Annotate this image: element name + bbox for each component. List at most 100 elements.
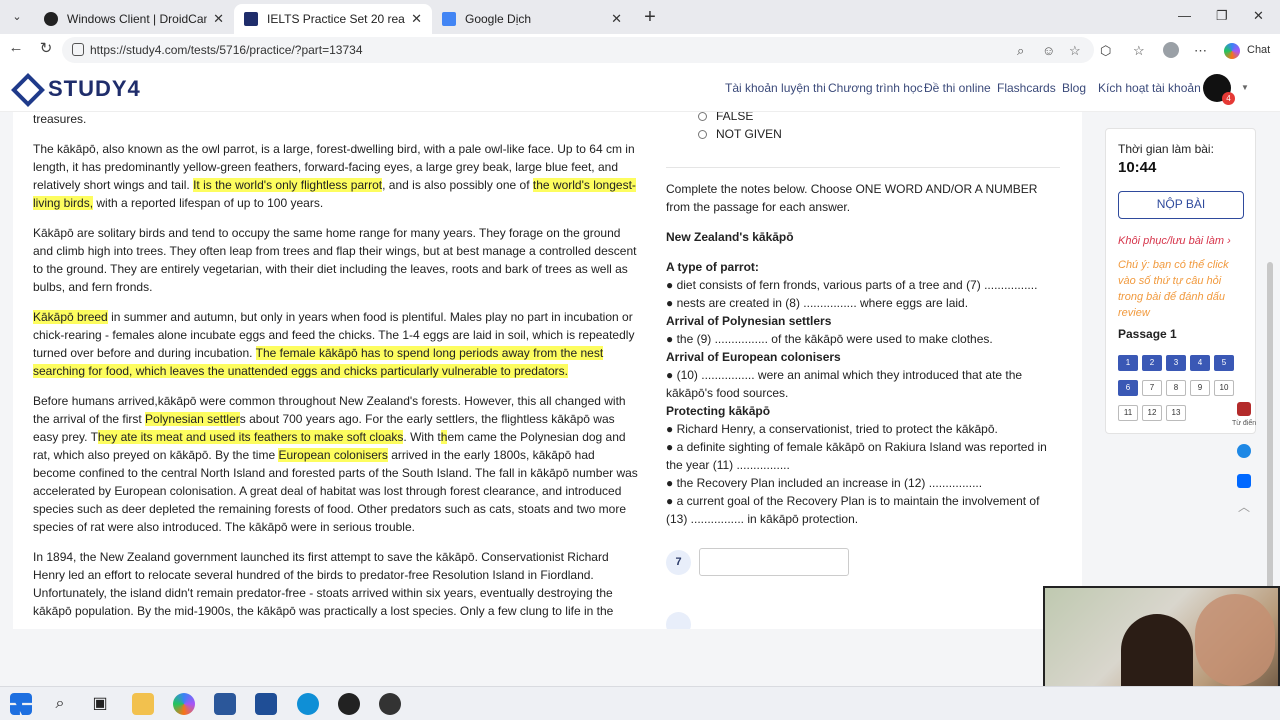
passage-paragraph: Kākāpō breed in summer and autumn, but o… [33, 308, 639, 380]
tab-droidcam[interactable]: Windows Client | DroidCam ✕ [34, 4, 234, 34]
url-text[interactable]: https://study4.com/tests/5716/practice/?… [90, 43, 363, 57]
url-bar[interactable]: https://study4.com/tests/5716/practice/?… [62, 37, 1094, 63]
nav-flashcards[interactable]: Flashcards [997, 81, 1056, 95]
note-item: ● a definite sighting of female kākāpō o… [666, 440, 1047, 472]
question-nav-button[interactable]: 10 [1214, 380, 1234, 396]
question-nav-button[interactable]: 2 [1142, 355, 1162, 371]
tab-actions-menu-icon[interactable]: ⌄ [6, 7, 28, 27]
chat-button-label[interactable]: Chat [1247, 44, 1270, 56]
nav-online-tests[interactable]: Đề thi online [924, 81, 991, 95]
divider [666, 167, 1060, 168]
nav-blog[interactable]: Blog [1062, 81, 1086, 95]
paragraph-text: with a reported lifespan of up to 100 ye… [93, 196, 324, 210]
messenger-icon[interactable] [1237, 444, 1251, 458]
highlighted-text[interactable]: hey ate its meat and used its feathers t… [97, 430, 404, 444]
question-nav-button[interactable]: 13 [1166, 405, 1186, 421]
site-info-icon[interactable] [72, 43, 84, 56]
passage-paragraph: Kākāpō are solitary birds and tend to oc… [33, 224, 639, 296]
back-icon[interactable]: ← [6, 39, 26, 56]
nav-activate-account[interactable]: Kích hoạt tài khoản [1098, 81, 1201, 95]
new-tab-icon[interactable]: + [640, 7, 660, 27]
note-item: ● a current goal of the Recovery Plan is… [666, 494, 1040, 526]
passage-paragraph: Before humans arrived,kākāpō were common… [33, 392, 639, 536]
note-item: ● the Recovery Plan included an increase… [666, 476, 983, 490]
reading-passage-pane: treasures. The kākāpō, also known as the… [13, 112, 657, 629]
question-nav-button[interactable]: 5 [1214, 355, 1234, 371]
restore-save-link[interactable]: Khôi phục/lưu bài làm › [1118, 235, 1231, 247]
question-number[interactable]: 7 [666, 549, 691, 575]
question-nav-button[interactable]: 12 [1142, 405, 1162, 421]
close-tab-icon[interactable]: ✕ [213, 11, 224, 27]
windows-start-icon[interactable] [10, 693, 32, 715]
favorite-star-icon[interactable]: ☆ [1069, 43, 1081, 59]
scroll-to-top-icon[interactable]: ︿ [1237, 500, 1251, 514]
copilot-icon[interactable] [173, 693, 195, 715]
timer-label: Thời gian làm bài: [1118, 142, 1214, 156]
highlighted-text[interactable]: Polynesian settler [145, 412, 240, 426]
profile-avatar[interactable] [1163, 42, 1179, 58]
study4-logo[interactable]: STUDY4 [14, 76, 141, 102]
highlighted-text[interactable]: European colonisers [278, 448, 388, 462]
obs-icon[interactable] [338, 693, 360, 715]
droidcam-favicon-icon [44, 12, 58, 26]
store-icon[interactable] [255, 693, 277, 715]
favorites-icon[interactable]: ☆ [1133, 43, 1145, 59]
minimize-icon[interactable]: — [1178, 8, 1191, 23]
answer-row-7: 7 [666, 548, 849, 576]
file-explorer-icon[interactable] [132, 693, 154, 715]
passage-paragraph: The kākāpō, also known as the owl parrot… [33, 140, 639, 212]
question-nav-button[interactable]: 8 [1166, 380, 1186, 396]
submit-button[interactable]: NỘP BÀI [1118, 191, 1244, 219]
question-nav-button[interactable]: 1 [1118, 355, 1138, 371]
word-icon[interactable] [214, 693, 236, 715]
option-false[interactable]: FALSE [698, 112, 1061, 125]
extensions-icon[interactable]: ⬡ [1100, 43, 1111, 59]
copilot-icon[interactable] [1224, 43, 1240, 59]
close-tab-icon[interactable]: ✕ [411, 11, 422, 27]
zalo-icon[interactable] [1237, 474, 1251, 488]
reader-icon[interactable]: ☺ [1042, 43, 1055, 58]
search-icon[interactable]: ⌕ [49, 693, 71, 715]
option-not-given[interactable]: NOT GIVEN [698, 125, 1061, 143]
radio-button[interactable] [698, 112, 707, 121]
test-sidebar: Thời gian làm bài: 10:44 NỘP BÀI Khôi ph… [1105, 128, 1256, 434]
more-options-icon[interactable]: ⋯ [1194, 43, 1207, 59]
review-tip: Chú ý: bạn có thể click vào số thứ tự câ… [1118, 259, 1229, 319]
passage-paragraph: treasures. [33, 112, 639, 128]
radio-button[interactable] [698, 129, 707, 139]
tfng-options: FALSE NOT GIVEN [666, 112, 1061, 143]
notes-heading: Arrival of European colonisers [666, 350, 841, 364]
chevron-down-icon[interactable]: ▼ [1241, 83, 1249, 92]
option-label: NOT GIVEN [716, 127, 782, 141]
close-window-icon[interactable]: ✕ [1253, 8, 1264, 24]
question-nav-button[interactable]: 4 [1190, 355, 1210, 371]
nav-programs[interactable]: Chương trình học [828, 81, 923, 95]
zoom-icon[interactable]: ⌕ [1017, 43, 1024, 59]
droidcam-icon[interactable] [379, 693, 401, 715]
study4-favicon-icon [244, 12, 258, 26]
question-number[interactable] [666, 612, 691, 629]
highlighted-text[interactable]: It is the world's only flightless parrot [193, 178, 383, 192]
tab-ielts-practice[interactable]: IELTS Practice Set 20 reading test ✕ [234, 4, 432, 34]
highlighted-text[interactable]: Kākāpō breed [33, 310, 108, 324]
nav-practice-account[interactable]: Tài khoản luyện thi [725, 81, 826, 95]
question-nav-button[interactable]: 3 [1166, 355, 1186, 371]
answer-input[interactable] [699, 548, 849, 576]
tab-google-translate[interactable]: Google Dịch ✕ [432, 4, 632, 34]
task-view-icon[interactable]: ▣ [89, 693, 111, 715]
site-header: STUDY4 Tài khoản luyện thi Chương trình … [0, 66, 1280, 112]
question-nav-button[interactable]: 7 [1142, 380, 1162, 396]
refresh-icon[interactable]: ↻ [36, 39, 56, 57]
note-item: ● Richard Henry, a conservationist, trie… [666, 422, 998, 436]
notes-heading: Protecting kākāpō [666, 404, 771, 418]
dictionary-icon[interactable] [1237, 402, 1251, 416]
close-tab-icon[interactable]: ✕ [611, 11, 622, 27]
edge-icon[interactable] [297, 693, 319, 715]
logo-text: STUDY4 [48, 76, 141, 101]
note-item: ● diet consists of fern fronds, various … [666, 278, 1038, 292]
question-pane: FALSE NOT GIVEN Complete the notes below… [657, 112, 1082, 629]
question-nav-button[interactable]: 6 [1118, 380, 1138, 396]
maximize-icon[interactable]: ❐ [1216, 8, 1228, 24]
question-nav-button[interactable]: 9 [1190, 380, 1210, 396]
question-nav-button[interactable]: 11 [1118, 405, 1138, 421]
